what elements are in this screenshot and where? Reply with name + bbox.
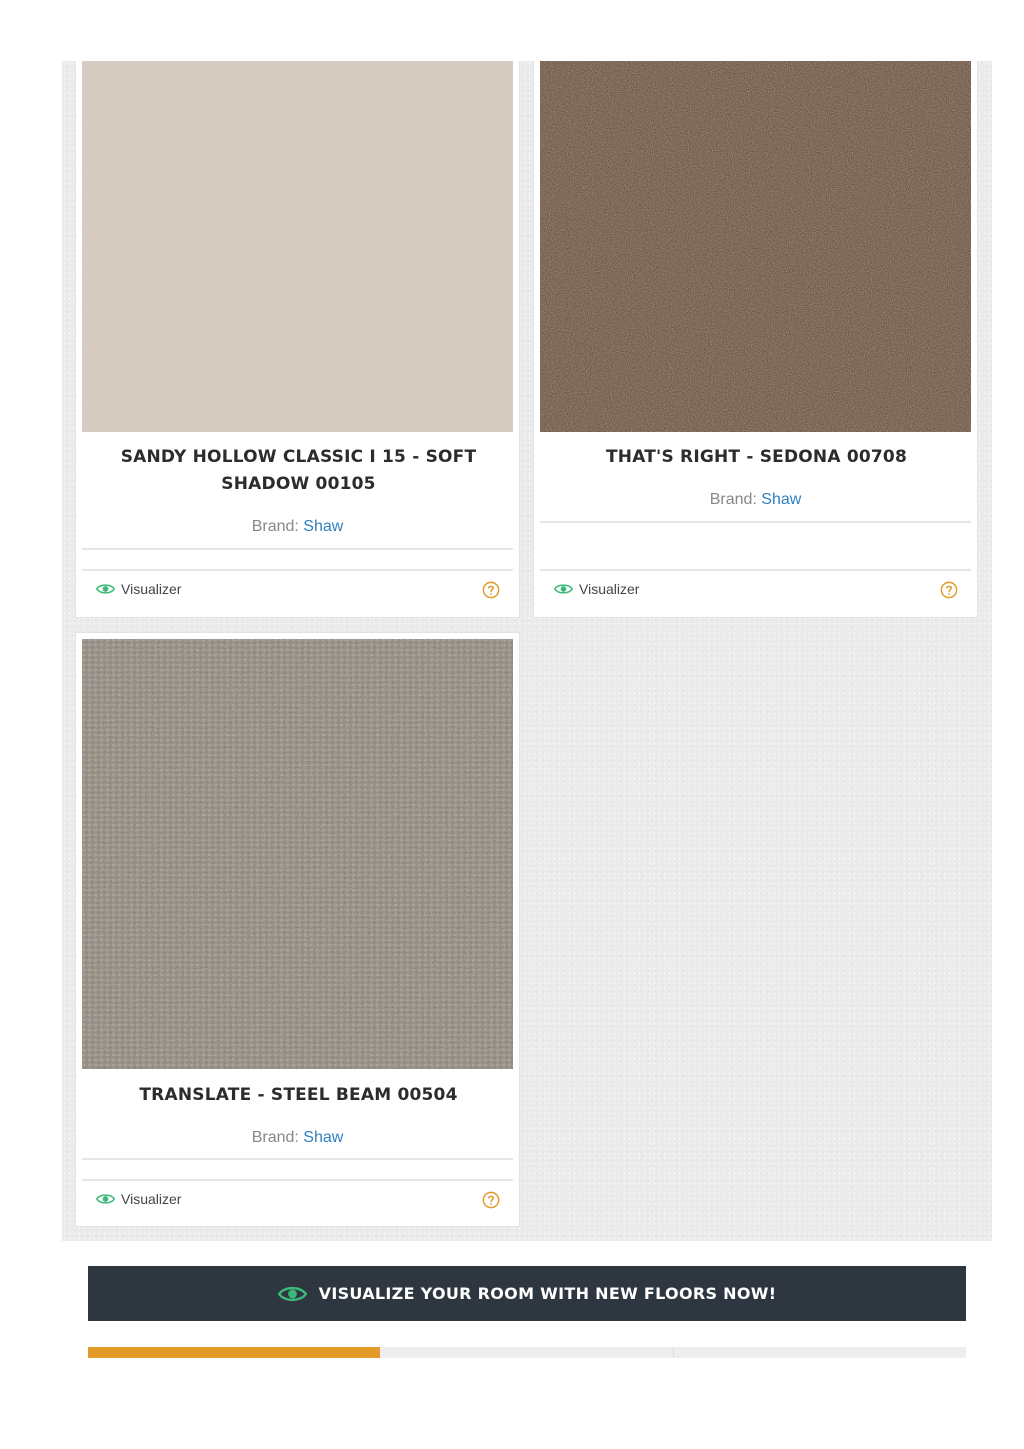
divider xyxy=(82,569,513,571)
eye-icon xyxy=(96,1194,115,1204)
brand-label: Brand: xyxy=(251,518,299,535)
tab-active[interactable] xyxy=(88,1347,381,1358)
product-title[interactable]: THAT'S RIGHT - SEDONA 00708 xyxy=(548,444,965,471)
eye-icon xyxy=(554,584,573,594)
visualizer-label: Visualizer xyxy=(121,581,182,597)
brand-link[interactable]: Shaw xyxy=(761,491,801,508)
eye-icon xyxy=(96,584,115,594)
help-icon[interactable] xyxy=(940,581,958,599)
product-image[interactable] xyxy=(82,61,513,432)
product-title[interactable]: TRANSLATE - STEEL BEAM 00504 xyxy=(90,1082,507,1109)
help-icon[interactable] xyxy=(482,581,500,599)
visualizer-label: Visualizer xyxy=(579,581,640,597)
divider xyxy=(82,1158,513,1160)
brand-label: Brand: xyxy=(251,1129,299,1146)
help-icon[interactable] xyxy=(482,1191,500,1209)
product-card: THAT'S RIGHT - SEDONA 00708 Brand: Shaw … xyxy=(533,61,978,618)
brand-link[interactable]: Shaw xyxy=(303,1129,343,1146)
divider xyxy=(82,548,513,550)
carpet-swatch-gray xyxy=(82,639,513,1069)
product-brand: Brand: Shaw xyxy=(76,518,519,536)
product-brand: Brand: Shaw xyxy=(534,491,977,509)
visualizer-label: Visualizer xyxy=(121,1191,182,1207)
product-listing-page: SANDY HOLLOW CLASSIC I 15 - SOFT SHADOW … xyxy=(0,0,1024,1449)
product-card: TRANSLATE - STEEL BEAM 00504 Brand: Shaw… xyxy=(75,632,520,1227)
product-image[interactable] xyxy=(540,61,971,432)
divider xyxy=(540,521,971,523)
tab[interactable] xyxy=(673,1347,966,1358)
brand-link[interactable]: Shaw xyxy=(303,518,343,535)
product-brand: Brand: Shaw xyxy=(76,1129,519,1147)
carpet-swatch-beige xyxy=(82,61,513,432)
visualizer-link[interactable]: Visualizer xyxy=(96,581,181,597)
visualize-room-label: VISUALIZE YOUR ROOM WITH NEW FLOORS NOW! xyxy=(318,1284,777,1303)
visualizer-link[interactable]: Visualizer xyxy=(96,1191,181,1207)
product-image[interactable] xyxy=(82,639,513,1069)
brand-label: Brand: xyxy=(709,491,757,508)
carpet-swatch-brown xyxy=(540,61,971,432)
divider xyxy=(540,569,971,571)
tab-strip xyxy=(88,1347,966,1358)
visualize-room-button[interactable]: VISUALIZE YOUR ROOM WITH NEW FLOORS NOW! xyxy=(88,1266,966,1321)
product-card: SANDY HOLLOW CLASSIC I 15 - SOFT SHADOW … xyxy=(75,61,520,618)
divider xyxy=(82,1179,513,1181)
tab[interactable] xyxy=(380,1347,674,1358)
visualizer-link[interactable]: Visualizer xyxy=(554,581,639,597)
eye-icon xyxy=(277,1286,307,1301)
product-title[interactable]: SANDY HOLLOW CLASSIC I 15 - SOFT SHADOW … xyxy=(90,444,507,498)
